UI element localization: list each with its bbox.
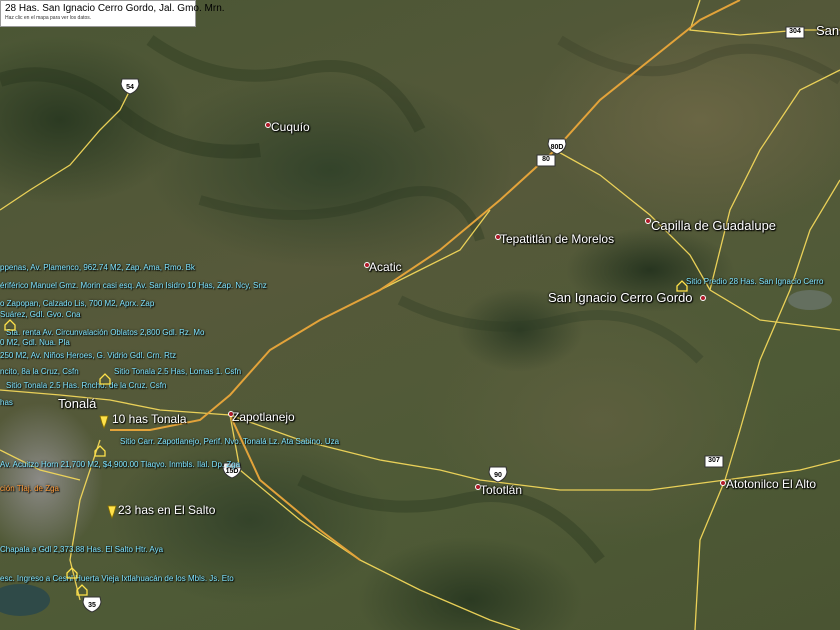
place-tototlan[interactable]: Tototlán <box>480 483 522 497</box>
house-marker-icon[interactable] <box>4 318 16 332</box>
listing-label[interactable]: Sitio Carr. Zapotlanejo, Perif. Nvo. Ton… <box>120 437 339 446</box>
house-marker-icon[interactable] <box>94 444 106 458</box>
listing-label[interactable]: esc. Ingreso a Cesnl Huerta Vieja Ixtlah… <box>0 574 234 583</box>
san-ignacio-dot[interactable] <box>700 295 706 301</box>
title-box: 28 Has. San Ignacio Cerro Gordo, Jal. Gm… <box>0 0 225 27</box>
marker-23-has-el-salto[interactable]: 23 has en El Salto <box>118 503 215 517</box>
route-54-shield-icon: 54 <box>120 78 140 95</box>
listing-label[interactable]: Av. Acuitzo Horn 21,700 M2, $4,900.00 Tl… <box>0 460 240 469</box>
listing-label[interactable]: Sitio Tonala 2.5 Has. Rncho. de la Cruz.… <box>6 381 166 390</box>
place-tepatitlan[interactable]: Tepatitlán de Morelos <box>500 232 614 246</box>
place-atotonilco[interactable]: Atotonilco El Alto <box>726 477 816 491</box>
route-80-shield-icon: 80 <box>536 152 556 169</box>
place-zapotlanejo[interactable]: Zapotlanejo <box>232 410 295 424</box>
place-san-corner[interactable]: San <box>816 24 839 38</box>
route-80-label: 80 <box>542 156 550 163</box>
house-marker-icon[interactable] <box>99 372 111 386</box>
listing-label[interactable]: Sta. renta Av. Circunvalación Oblatos 2,… <box>6 328 204 337</box>
house-marker-icon[interactable] <box>76 583 88 597</box>
route-54-label: 54 <box>126 84 134 91</box>
route-307-shield-icon: 307 <box>704 453 724 470</box>
route-304-shield-icon: 304 <box>785 24 805 41</box>
route-307-label: 307 <box>708 457 720 464</box>
listing-label-sitio-predio[interactable]: Sitio Predio 28 Has. San Ignacio Cerro <box>686 277 823 286</box>
listing-label[interactable]: Sitio Tonala 2.5 Has, Lomas 1. Csfn <box>114 367 241 376</box>
property-pin-icon[interactable] <box>106 505 118 520</box>
route-304-label: 304 <box>789 28 801 35</box>
place-san-ignacio[interactable]: San Ignacio Cerro Gordo <box>548 291 693 305</box>
listing-label[interactable]: 250 M2, Av. Niños Heroes, G. Vidrio Gdl.… <box>0 351 176 360</box>
house-marker-icon[interactable] <box>676 279 688 293</box>
listing-label[interactable]: o Zapopan, Calzado Lis, 700 M2, Aprx. Za… <box>0 299 154 308</box>
listing-label[interactable]: has <box>0 398 13 407</box>
place-tonala[interactable]: Tonalá <box>58 397 96 411</box>
route-90-shield-icon: 90 <box>488 466 508 483</box>
house-marker-icon[interactable] <box>66 566 78 580</box>
map-subtitle: Haz clic en el mapa para ver los datos. <box>5 15 92 21</box>
place-capilla[interactable]: Capilla de Guadalupe <box>651 219 776 233</box>
property-pin-icon[interactable] <box>98 415 110 430</box>
route-80d-label: 80D <box>550 144 564 151</box>
listing-label[interactable]: ppenas, Av. Plamenco, 962.74 M2, Zap. Am… <box>0 263 195 272</box>
route-90-label: 90 <box>494 472 502 479</box>
marker-10-has-tonala[interactable]: 10 has Tonala <box>112 412 187 426</box>
place-acatic[interactable]: Acatic <box>369 260 402 274</box>
satellite-map[interactable]: 28 Has. San Ignacio Cerro Gordo, Jal. Gm… <box>0 0 840 630</box>
listing-label[interactable]: ción Tlaj. de Zga <box>0 484 59 493</box>
route-35-shield-icon: 35 <box>82 596 102 613</box>
map-title: 28 Has. San Ignacio Cerro Gordo, Jal. Gm… <box>5 3 225 14</box>
listing-label[interactable]: ériférico Manuel Gmz. Morin casi esq. Av… <box>0 281 267 290</box>
listing-label[interactable]: Chapala a Gdl 2,373.88 Has. El Salto Htr… <box>0 545 163 554</box>
listing-label[interactable]: 0 M2, Gdl. Nua. Pla <box>0 338 70 347</box>
listing-label[interactable]: ncito, 8a la Cruz, Csfn <box>0 367 79 376</box>
place-cuquio[interactable]: Cuquío <box>271 120 310 134</box>
route-15d-label: 15D <box>225 468 239 475</box>
route-35-label: 35 <box>88 602 96 609</box>
